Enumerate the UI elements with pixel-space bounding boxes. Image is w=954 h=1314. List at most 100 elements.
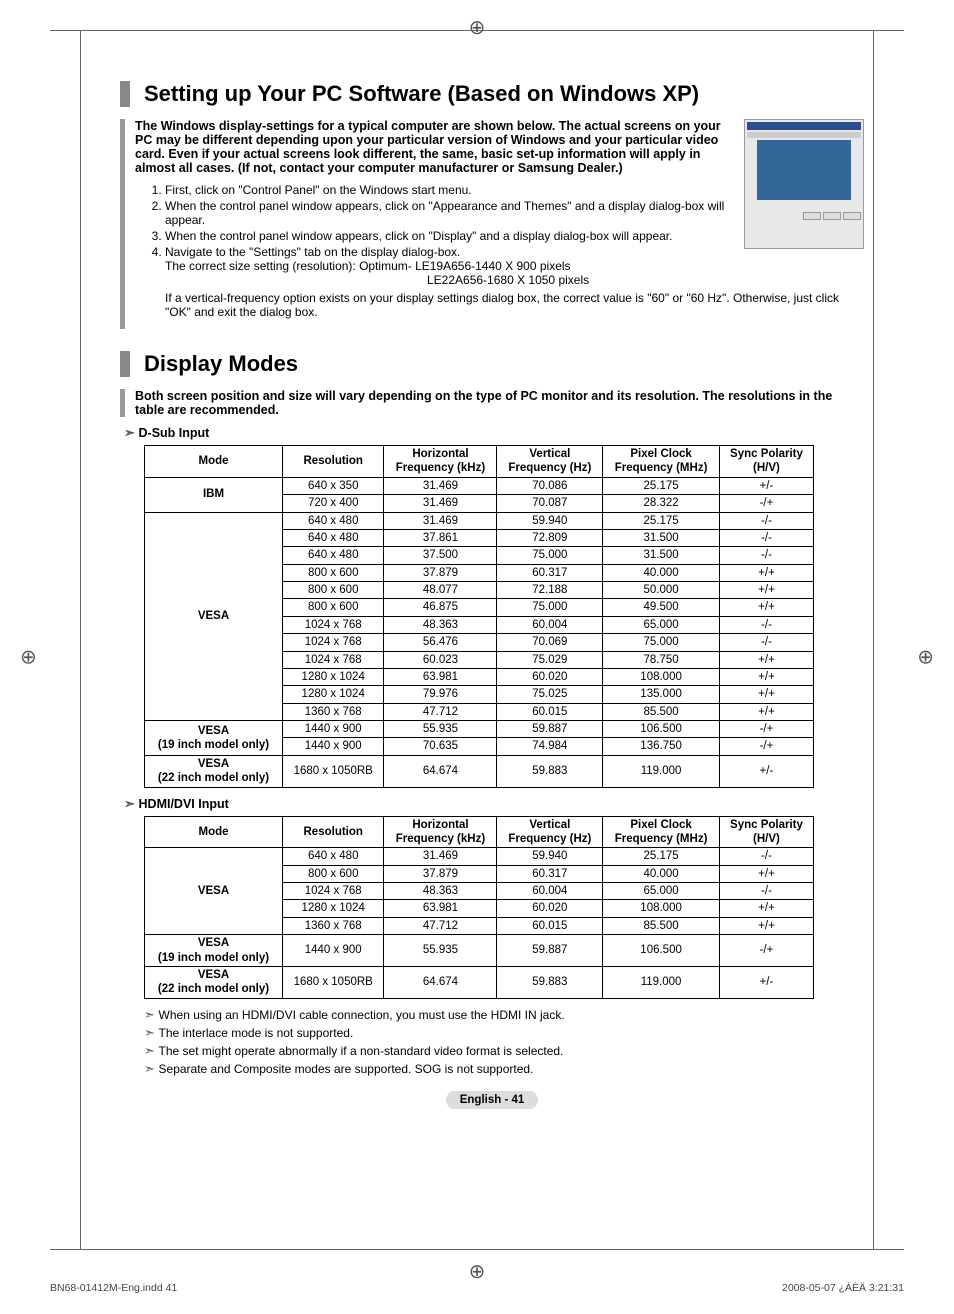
data-cell: 70.086	[497, 477, 603, 494]
mode-cell: VESA	[145, 848, 283, 935]
data-cell: 119.000	[603, 966, 720, 998]
data-cell: 40.000	[603, 865, 720, 882]
data-cell: 1280 x 1024	[283, 900, 384, 917]
data-cell: +/-	[719, 477, 813, 494]
data-cell: +/+	[719, 582, 813, 599]
col-header: Sync Polarity(H/V)	[719, 446, 813, 478]
mode-cell: VESA (22 inch model only)	[145, 966, 283, 998]
resolution-line: LE22A656-1680 X 1050 pixels	[427, 273, 864, 287]
data-cell: 800 x 600	[283, 564, 384, 581]
data-cell: 70.087	[497, 495, 603, 512]
data-cell: 31.469	[384, 848, 497, 865]
data-cell: 78.750	[603, 651, 720, 668]
data-cell: +/+	[719, 865, 813, 882]
data-cell: 75.000	[497, 599, 603, 616]
data-cell: 75.000	[603, 634, 720, 651]
data-cell: 1360 x 768	[283, 917, 384, 934]
data-cell: -/-	[719, 616, 813, 633]
data-cell: 1280 x 1024	[283, 686, 384, 703]
data-cell: 47.712	[384, 917, 497, 934]
data-cell: 1024 x 768	[283, 883, 384, 900]
data-cell: 640 x 480	[283, 529, 384, 546]
frequency-note: If a vertical-frequency option exists on…	[165, 291, 864, 319]
data-cell: 800 x 600	[283, 865, 384, 882]
table-row: VESA (19 inch model only)1440 x 90055.93…	[145, 721, 814, 738]
data-cell: -/-	[719, 634, 813, 651]
data-cell: 74.984	[497, 738, 603, 755]
col-header: VerticalFrequency (Hz)	[497, 816, 603, 848]
data-cell: -/+	[719, 721, 813, 738]
data-cell: 106.500	[603, 721, 720, 738]
data-cell: -/-	[719, 547, 813, 564]
data-cell: 70.069	[497, 634, 603, 651]
col-header: Resolution	[283, 446, 384, 478]
data-cell: 60.317	[497, 564, 603, 581]
print-footer: BN68-01412M-Eng.indd 41 2008-05-07 ¿ÀÈÄ …	[50, 1282, 904, 1294]
data-cell: 48.363	[384, 616, 497, 633]
data-cell: 1440 x 900	[283, 935, 384, 967]
data-cell: 60.020	[497, 668, 603, 685]
hdmi-table: ModeResolutionHorizontalFrequency (kHz)V…	[144, 816, 814, 999]
data-cell: 55.935	[384, 721, 497, 738]
data-cell: 31.469	[384, 477, 497, 494]
table-row: IBM640 x 35031.46970.08625.175+/-	[145, 477, 814, 494]
data-cell: 59.883	[497, 966, 603, 998]
table-row: VESA (22 inch model only)1680 x 1050RB64…	[145, 966, 814, 998]
step-text: Navigate to the "Settings" tab on the di…	[165, 245, 460, 259]
data-cell: 1440 x 900	[283, 738, 384, 755]
data-cell: +/-	[719, 966, 813, 998]
data-cell: 1440 x 900	[283, 721, 384, 738]
data-cell: -/-	[719, 848, 813, 865]
registration-mark-icon: ⊕	[917, 645, 934, 670]
data-cell: 79.976	[384, 686, 497, 703]
data-cell: +/+	[719, 599, 813, 616]
table-row: VESA640 x 48031.46959.94025.175-/-	[145, 512, 814, 529]
data-cell: +/+	[719, 703, 813, 720]
data-cell: 25.175	[603, 848, 720, 865]
data-cell: +/+	[719, 686, 813, 703]
data-cell: 800 x 600	[283, 582, 384, 599]
data-cell: 37.500	[384, 547, 497, 564]
data-cell: 56.476	[384, 634, 497, 651]
data-cell: -/+	[719, 495, 813, 512]
data-cell: 60.317	[497, 865, 603, 882]
data-cell: 59.887	[497, 935, 603, 967]
data-cell: 72.188	[497, 582, 603, 599]
section-title-pc-software: Setting up Your PC Software (Based on Wi…	[120, 81, 864, 107]
footer-file: BN68-01412M-Eng.indd 41	[50, 1282, 177, 1294]
data-cell: 59.940	[497, 848, 603, 865]
data-cell: 59.940	[497, 512, 603, 529]
table-row: VESA (19 inch model only)1440 x 90055.93…	[145, 935, 814, 967]
data-cell: 640 x 480	[283, 512, 384, 529]
page-number-label: English - 41	[446, 1091, 539, 1109]
col-header: Resolution	[283, 816, 384, 848]
mode-cell: IBM	[145, 477, 283, 512]
data-cell: 28.322	[603, 495, 720, 512]
col-header: Mode	[145, 446, 283, 478]
data-cell: 37.861	[384, 529, 497, 546]
registration-mark-icon: ⊕	[20, 645, 37, 670]
data-cell: 1024 x 768	[283, 634, 384, 651]
mode-cell: VESA (22 inch model only)	[145, 755, 283, 787]
data-cell: -/-	[719, 529, 813, 546]
data-cell: 75.000	[497, 547, 603, 564]
data-cell: +/+	[719, 564, 813, 581]
data-cell: 55.935	[384, 935, 497, 967]
data-cell: +/-	[719, 755, 813, 787]
data-cell: +/+	[719, 668, 813, 685]
data-cell: 85.500	[603, 703, 720, 720]
data-cell: +/+	[719, 900, 813, 917]
data-cell: 25.175	[603, 512, 720, 529]
data-cell: 47.712	[384, 703, 497, 720]
data-cell: 70.635	[384, 738, 497, 755]
col-header: Sync Polarity(H/V)	[719, 816, 813, 848]
data-cell: 64.674	[384, 966, 497, 998]
data-cell: 65.000	[603, 883, 720, 900]
data-cell: -/+	[719, 935, 813, 967]
data-cell: 60.015	[497, 703, 603, 720]
data-cell: 25.175	[603, 477, 720, 494]
data-cell: 75.025	[497, 686, 603, 703]
data-cell: 46.875	[384, 599, 497, 616]
data-cell: 72.809	[497, 529, 603, 546]
dsub-input-label: D-Sub Input	[144, 425, 864, 441]
